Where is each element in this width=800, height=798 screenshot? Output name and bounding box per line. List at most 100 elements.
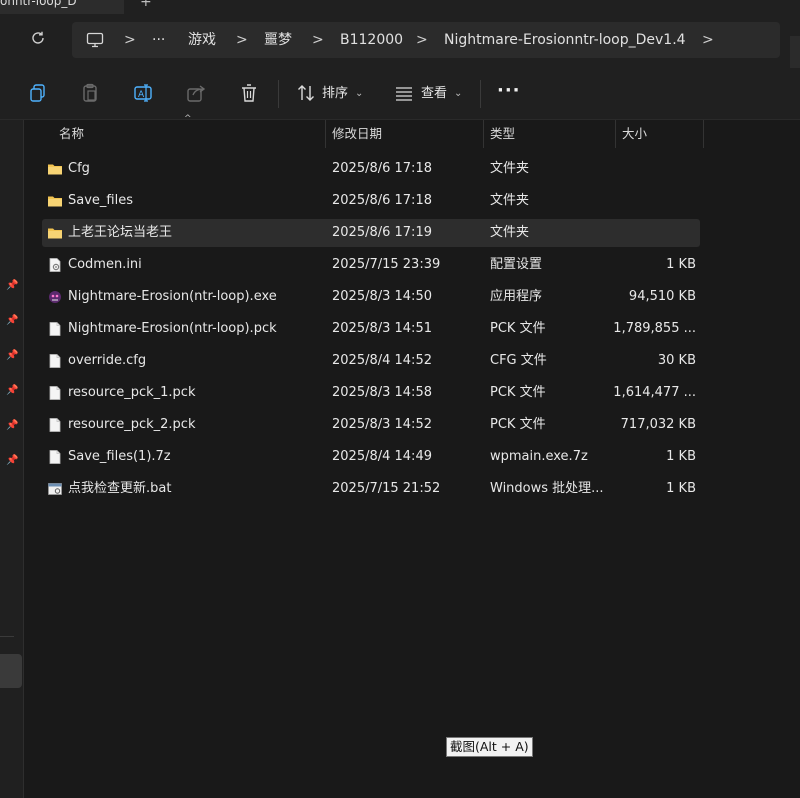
file-name: 点我检查更新.bat — [68, 481, 172, 496]
file-name: Codmen.ini — [68, 257, 142, 272]
address-bar[interactable]: > ··· 游戏 > 噩梦 > B112000 > Nightmare-Eros… — [72, 22, 780, 58]
file-row[interactable]: Save_files 2025/8/6 17:18 文件夹 — [42, 187, 700, 215]
file-date: 2025/8/3 14:51 — [332, 321, 432, 336]
search-box-edge[interactable] — [790, 36, 800, 72]
file-row[interactable]: Save_files(1).7z 2025/8/4 14:49 wpmain.e… — [42, 443, 700, 471]
file-icon — [47, 321, 63, 337]
file-date: 2025/8/6 17:18 — [332, 161, 432, 176]
file-date: 2025/8/4 14:49 — [332, 449, 432, 464]
nav-divider — [0, 636, 14, 637]
sort-button[interactable]: 排序 — [322, 84, 348, 104]
column-resize-handle[interactable] — [615, 120, 616, 148]
file-size: 30 KB — [657, 353, 696, 368]
file-name: resource_pck_1.pck — [68, 385, 196, 400]
more-options-button[interactable]: ··· — [497, 80, 521, 101]
view-chevron-down-icon[interactable]: ⌄ — [454, 84, 462, 104]
breadcrumb-item-b112000[interactable]: B112000 — [340, 30, 403, 50]
column-header-name[interactable]: 名称 — [59, 120, 84, 148]
command-bar: A 排序 ⌄ 查看 ⌄ ··· — [0, 68, 800, 120]
file-row[interactable]: resource_pck_1.pck 2025/8/3 14:58 PCK 文件… — [42, 379, 700, 407]
exe-app-icon — [47, 289, 63, 305]
file-name: Cfg — [68, 161, 90, 176]
toolbar-divider — [278, 80, 279, 108]
breadcrumb-separator[interactable]: > — [236, 30, 248, 50]
file-type: PCK 文件 — [490, 417, 546, 432]
file-size: 1 KB — [666, 257, 696, 272]
nav-item-selected[interactable] — [0, 654, 22, 688]
breadcrumb-item-youxi[interactable]: 游戏 — [188, 30, 216, 50]
sort-arrows-icon[interactable] — [295, 82, 317, 104]
file-row[interactable]: Cfg 2025/8/6 17:18 文件夹 — [42, 155, 700, 183]
file-name: Nightmare-Erosion(ntr-loop).pck — [68, 321, 277, 336]
share-icon[interactable] — [185, 82, 207, 104]
folder-icon — [47, 161, 63, 177]
this-pc-icon[interactable] — [86, 31, 104, 49]
file-icon — [47, 385, 63, 401]
navigation-pane: 📌 📌 📌 📌 📌 📌 — [0, 120, 24, 798]
column-header-size[interactable]: 大小 — [622, 120, 647, 148]
pin-icon[interactable]: 📌 — [6, 315, 18, 327]
column-resize-handle[interactable] — [325, 120, 326, 148]
column-header-type[interactable]: 类型 — [490, 120, 515, 148]
delete-trash-icon[interactable] — [238, 82, 260, 104]
folder-icon — [47, 193, 63, 209]
file-row-selected[interactable]: 上老王论坛当老王 2025/8/6 17:19 文件夹 — [42, 219, 700, 247]
view-button[interactable]: 查看 — [421, 84, 447, 104]
view-list-icon[interactable] — [393, 82, 415, 104]
copy-icon[interactable] — [27, 82, 49, 104]
breadcrumb-separator[interactable]: > — [416, 30, 428, 50]
breadcrumb-item-emeng[interactable]: 噩梦 — [264, 30, 292, 50]
refresh-button[interactable] — [28, 30, 48, 50]
breadcrumb-separator[interactable]: > — [124, 30, 136, 50]
file-date: 2025/8/4 14:52 — [332, 353, 432, 368]
column-headers: ^ 名称 修改日期 类型 大小 — [24, 114, 800, 148]
file-type: PCK 文件 — [490, 321, 546, 336]
file-icon — [47, 449, 63, 465]
refresh-icon — [32, 31, 44, 44]
file-type: 配置设置 — [490, 257, 543, 272]
file-size: 1,614,477 ... — [613, 385, 696, 400]
rename-icon[interactable]: A — [132, 82, 154, 104]
file-type: 文件夹 — [490, 193, 530, 208]
svg-text:A: A — [138, 90, 145, 100]
file-size: 1,789,855 ... — [613, 321, 696, 336]
file-type: Windows 批处理... — [490, 481, 604, 496]
file-row[interactable]: resource_pck_2.pck 2025/8/3 14:52 PCK 文件… — [42, 411, 700, 439]
file-row[interactable]: Nightmare-Erosion(ntr-loop).pck 2025/8/3… — [42, 315, 700, 343]
file-size: 94,510 KB — [628, 289, 696, 304]
file-row[interactable]: override.cfg 2025/8/4 14:52 CFG 文件 30 KB — [42, 347, 700, 375]
pin-icon[interactable]: 📌 — [6, 385, 18, 397]
breadcrumb-item-current-folder[interactable]: Nightmare-Erosionntr-loop_Dev1.4 — [444, 30, 686, 50]
file-type: 文件夹 — [490, 225, 530, 240]
file-row[interactable]: Nightmare-Erosion(ntr-loop).exe 2025/8/3… — [42, 283, 700, 311]
column-resize-handle[interactable] — [703, 120, 704, 148]
tab-current-folder[interactable]: onntr-loop_D — [0, 0, 124, 14]
navigation-bar: > ··· 游戏 > 噩梦 > B112000 > Nightmare-Eros… — [0, 14, 800, 72]
pin-icon[interactable]: 📌 — [6, 350, 18, 362]
ini-file-icon — [47, 257, 63, 273]
pin-icon[interactable]: 📌 — [6, 280, 18, 292]
column-header-date[interactable]: 修改日期 — [332, 120, 382, 148]
file-row[interactable]: Codmen.ini 2025/7/15 23:39 配置设置 1 KB — [42, 251, 700, 279]
tab-title: onntr-loop_D — [0, 0, 77, 8]
file-date: 2025/7/15 23:39 — [332, 257, 441, 272]
file-row[interactable]: 点我检查更新.bat 2025/7/15 21:52 Windows 批处理..… — [42, 475, 700, 503]
file-icon — [47, 417, 63, 433]
bat-file-icon — [47, 481, 63, 497]
pin-icon[interactable]: 📌 — [6, 420, 18, 432]
new-tab-plus-icon[interactable]: + — [140, 0, 152, 10]
breadcrumb-more[interactable]: ··· — [152, 30, 165, 50]
sort-chevron-down-icon[interactable]: ⌄ — [355, 84, 363, 104]
breadcrumb-separator[interactable]: > — [312, 30, 324, 50]
breadcrumb-separator[interactable]: > — [702, 30, 714, 50]
file-type: wpmain.exe.7z — [490, 449, 588, 464]
screenshot-tooltip: 截图(Alt + A) — [446, 737, 533, 757]
file-size: 1 KB — [666, 481, 696, 496]
folder-icon — [47, 225, 63, 241]
paste-icon[interactable] — [79, 82, 101, 104]
file-date: 2025/8/3 14:58 — [332, 385, 432, 400]
file-date: 2025/8/3 14:50 — [332, 289, 432, 304]
pin-icon[interactable]: 📌 — [6, 455, 18, 467]
sort-ascending-caret-icon: ^ — [184, 114, 192, 124]
column-resize-handle[interactable] — [483, 120, 484, 148]
